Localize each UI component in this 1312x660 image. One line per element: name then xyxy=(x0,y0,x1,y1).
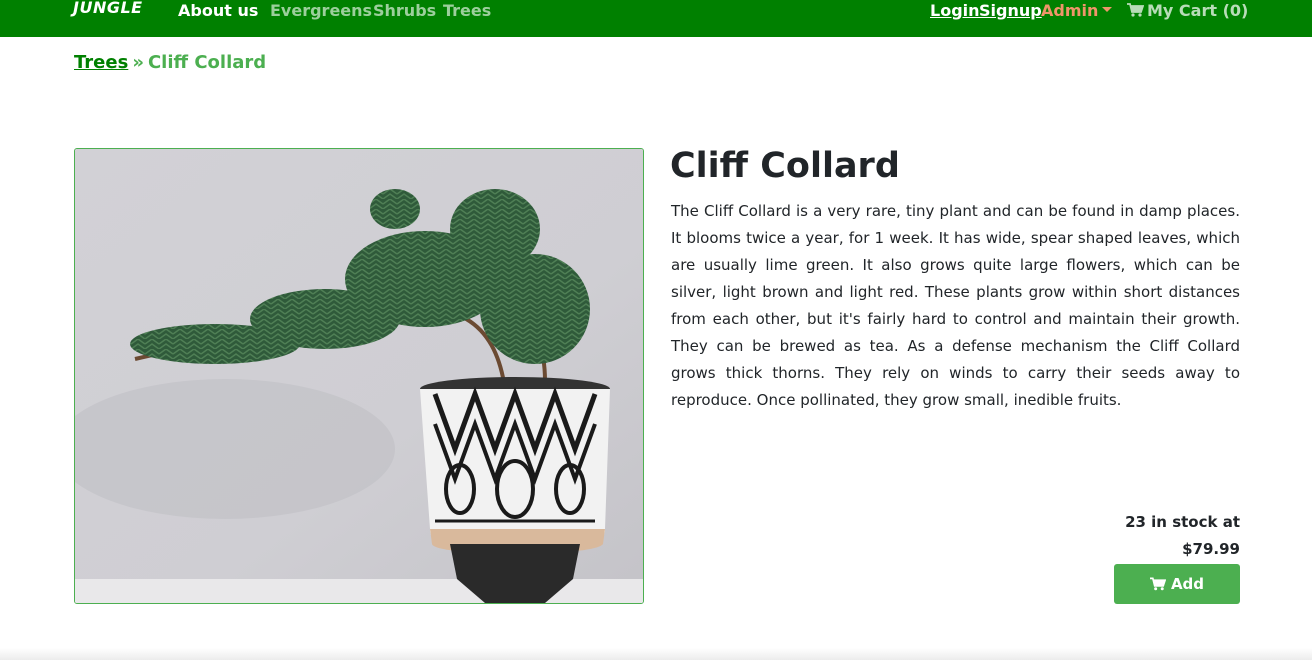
admin-dropdown[interactable]: Admin xyxy=(1041,1,1098,20)
nav-category-shrubs[interactable]: Shrubs xyxy=(373,1,436,20)
signup-link[interactable]: Signup xyxy=(979,1,1042,20)
chevron-down-icon[interactable] xyxy=(1102,7,1112,12)
breadcrumb-current: Cliff Collard xyxy=(147,52,267,73)
cart-icon xyxy=(1149,577,1166,591)
product-image xyxy=(74,148,644,604)
page-bottom-shadow xyxy=(0,648,1312,660)
breadcrumb: Trees» Cliff Collard xyxy=(74,52,266,73)
stock-text: 23 in stock at xyxy=(1125,513,1240,531)
nav-category-trees[interactable]: Trees xyxy=(443,1,491,20)
brand-logo[interactable]: JUNGLE xyxy=(73,0,143,17)
add-to-cart-button[interactable]: Add xyxy=(1114,564,1240,604)
product-description: The Cliff Collard is a very rare, tiny p… xyxy=(671,202,1240,409)
breadcrumb-trees-link[interactable]: Trees xyxy=(74,52,128,73)
product-title: Cliff Collard xyxy=(670,146,900,186)
nav-category-evergreens[interactable]: Evergreens xyxy=(270,1,372,20)
price-text: $79.99 xyxy=(1182,540,1240,558)
login-link[interactable]: Login xyxy=(930,1,980,20)
cart-icon xyxy=(1127,3,1144,17)
cart-label: My Cart (0) xyxy=(1147,1,1249,20)
navbar: JUNGLE About us Evergreens Shrubs Trees … xyxy=(0,0,1312,37)
breadcrumb-separator: » xyxy=(132,52,144,73)
cart-link[interactable]: My Cart (0) xyxy=(1127,1,1248,20)
nav-about-us[interactable]: About us xyxy=(178,1,258,20)
add-button-label: Add xyxy=(1170,575,1205,593)
